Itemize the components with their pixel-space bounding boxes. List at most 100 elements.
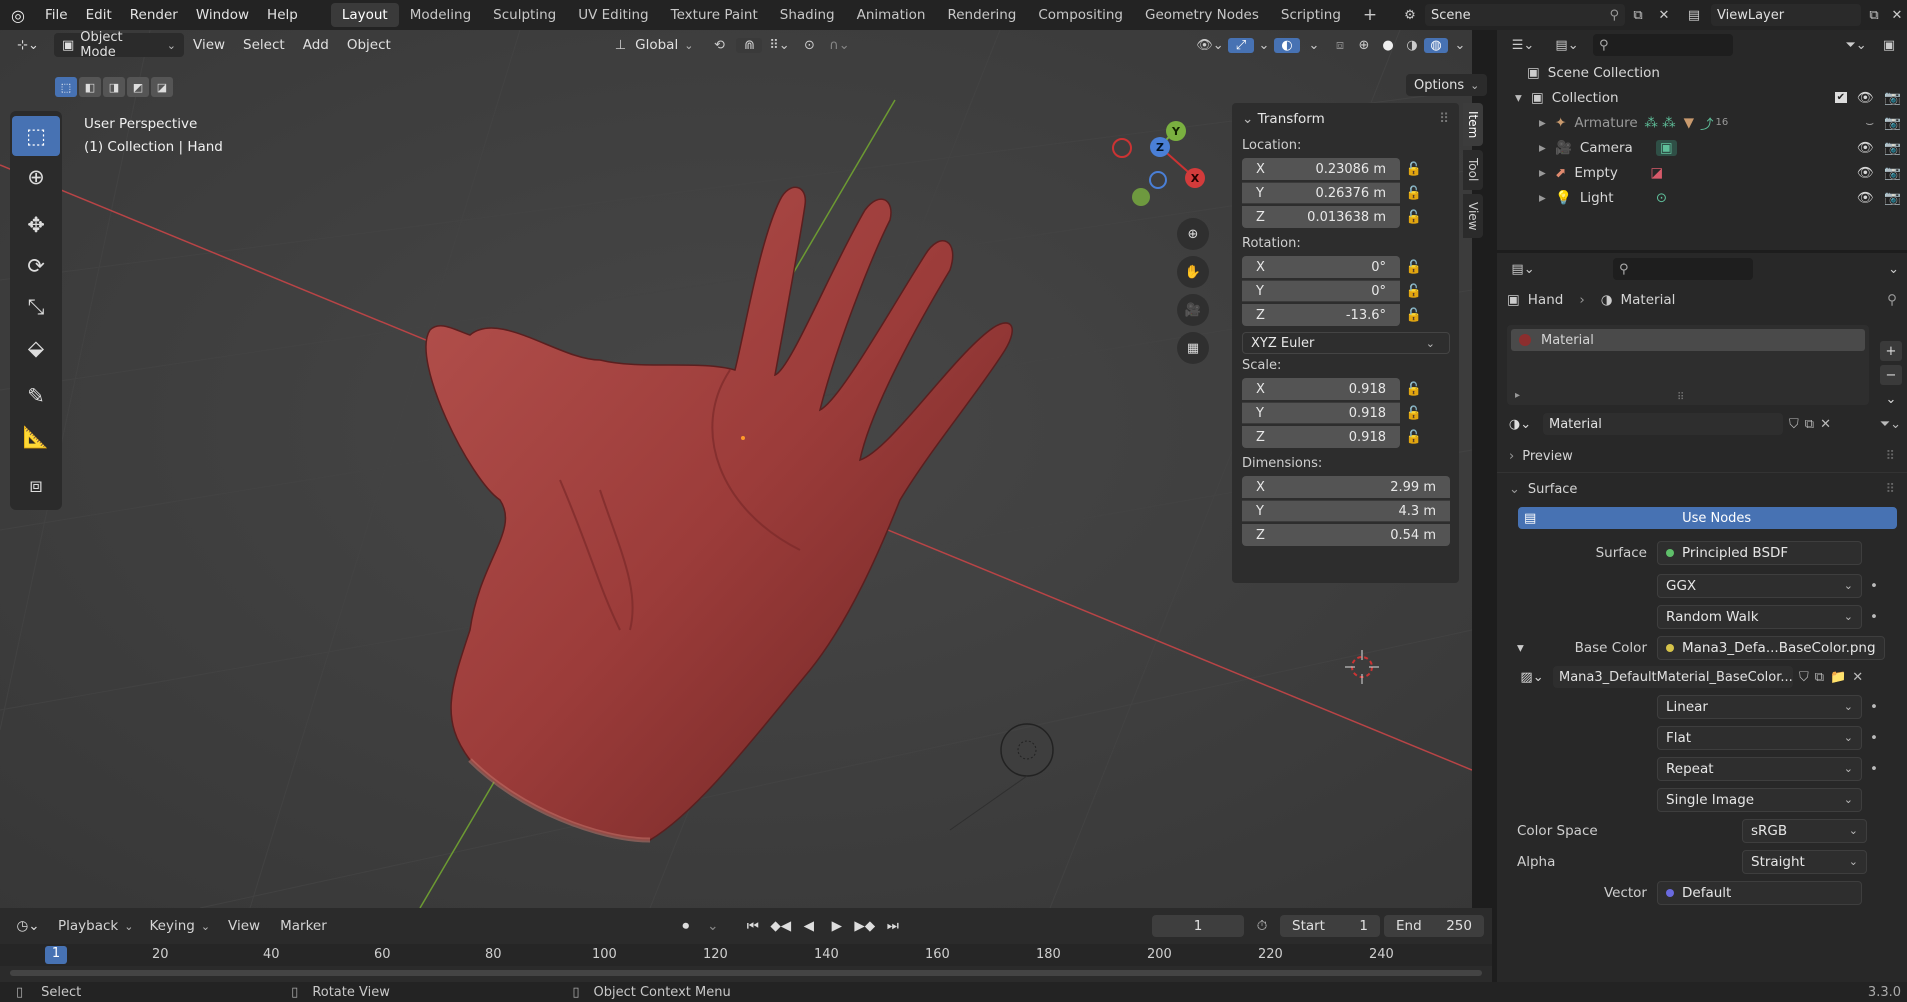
scene-selector[interactable]: Scene ⚲	[1425, 4, 1625, 26]
tab-tool[interactable]: Tool	[1463, 150, 1483, 190]
unlink-image-icon[interactable]: ✕	[1852, 670, 1863, 685]
remove-slot-icon[interactable]: −	[1880, 365, 1902, 385]
play-reverse-icon[interactable]: ◀	[797, 918, 821, 934]
image-browse-icon[interactable]: ▨⌄	[1517, 670, 1547, 685]
interpolation-dropdown[interactable]: Linear	[1657, 694, 1862, 719]
keyframe-dot-icon[interactable]: •	[1870, 578, 1878, 594]
projection-dropdown[interactable]: Flat	[1657, 725, 1862, 750]
drag-handle-icon[interactable]: ⠿	[1439, 111, 1449, 127]
select-intersect-icon[interactable]: ◪	[151, 77, 173, 97]
surface-shader-selector[interactable]: Principled BSDF	[1657, 540, 1862, 565]
rotate-tool-icon[interactable]: ⟳	[12, 246, 60, 286]
next-keyframe-icon[interactable]: ▶◆	[853, 918, 877, 934]
duplicate-image-icon[interactable]: ⧉	[1815, 670, 1824, 685]
subsurface-method-dropdown[interactable]: Random Walk	[1657, 604, 1862, 629]
location-x-field[interactable]: X 0.23086 m	[1242, 158, 1400, 180]
scale-y-field[interactable]: Y 0.918	[1242, 402, 1400, 424]
breadcrumb-material[interactable]: Material	[1621, 292, 1676, 308]
material-preview-icon[interactable]: ◑	[1400, 38, 1424, 53]
outliner-scene-collection[interactable]: ▣ Scene Collection	[1497, 60, 1907, 85]
transform-header[interactable]: ⌄ Transform ⠿	[1232, 103, 1459, 135]
select-invert-icon[interactable]: ◩	[127, 77, 149, 97]
outliner-search-input[interactable]: ⚲	[1593, 34, 1733, 56]
material-name-field[interactable]: Material	[1543, 413, 1783, 435]
timeline-editor-icon[interactable]: ◷⌄	[8, 918, 48, 934]
add-cube-tool-icon[interactable]: ⧈	[12, 465, 60, 505]
snap-icon[interactable]: ⋒	[736, 37, 763, 53]
preview-section-header[interactable]: › Preview ⠿	[1497, 441, 1907, 473]
pivot-point-icon[interactable]: ⟲	[702, 38, 736, 53]
add-workspace-button[interactable]: +	[1352, 1, 1388, 29]
tab-view[interactable]: View	[1463, 193, 1483, 239]
scale-z-field[interactable]: Z 0.918	[1242, 426, 1400, 448]
new-collection-icon[interactable]: ▣	[1879, 38, 1899, 53]
dimensions-z-field[interactable]: Z 0.54 m	[1242, 524, 1450, 546]
options-dropdown[interactable]: Options	[1406, 74, 1488, 96]
tab-animation[interactable]: Animation	[846, 3, 937, 27]
dimensions-y-field[interactable]: Y 4.3 m	[1242, 500, 1450, 522]
menu-playback[interactable]: Playback	[52, 918, 139, 934]
slot-menu-icon[interactable]: ⌄	[1880, 389, 1902, 409]
new-scene-icon[interactable]: ⧉	[1625, 8, 1651, 23]
expand-arrow-icon[interactable]: ▸	[1539, 115, 1555, 131]
keyframe-dot-icon[interactable]: •	[1870, 609, 1878, 625]
record-icon[interactable]: ⏺	[673, 918, 699, 934]
visibility-icon[interactable]: 👁⌄	[1192, 38, 1228, 53]
color-space-dropdown[interactable]: sRGB	[1742, 818, 1867, 843]
expand-arrow-icon[interactable]: ▸	[1539, 165, 1555, 181]
camera-view-icon[interactable]: 🎥	[1177, 294, 1209, 326]
frame-ruler[interactable]: 1 20 40 60 80 100 120 140 160 180 200 22…	[0, 944, 1492, 966]
gizmo-toggle-icon[interactable]: ⤢	[1228, 37, 1254, 53]
breadcrumb-object[interactable]: Hand	[1528, 292, 1564, 308]
transform-orientation-dropdown[interactable]: Global	[626, 37, 702, 53]
preview-range-icon[interactable]: ⏱	[1248, 918, 1276, 934]
play-icon[interactable]: ▶	[825, 918, 849, 934]
menu-edit[interactable]: Edit	[77, 7, 121, 23]
add-slot-icon[interactable]: +	[1880, 341, 1902, 361]
tab-layout[interactable]: Layout	[330, 3, 399, 27]
properties-editor-icon[interactable]: ▤⌄	[1505, 262, 1541, 277]
outliner-item-armature[interactable]: ▸ ✦ Armature ⁂ ⁂ ▼ ⤴ 16 ⌣ 📷	[1497, 110, 1907, 135]
select-box-tool-icon[interactable]: ⬚	[12, 116, 60, 156]
dimensions-x-field[interactable]: X 2.99 m	[1242, 476, 1450, 498]
drag-handle-icon[interactable]: ⠿	[1885, 449, 1895, 464]
menu-view[interactable]: View	[184, 37, 234, 53]
timeline-scrollbar[interactable]	[10, 970, 1482, 976]
delete-view-layer-icon[interactable]: ✕	[1887, 8, 1907, 23]
select-subtract-icon[interactable]: ◨	[103, 77, 125, 97]
menu-keying[interactable]: Keying	[143, 918, 216, 934]
ortho-toggle-icon[interactable]: ▦	[1177, 332, 1209, 364]
tab-item[interactable]: Item	[1463, 103, 1483, 147]
rotation-x-field[interactable]: X 0°	[1242, 256, 1400, 278]
lock-icon[interactable]: 🔓	[1400, 260, 1428, 275]
select-extend-icon[interactable]: ◧	[79, 77, 101, 97]
base-color-input[interactable]: Mana3_Defa...BaseColor.png	[1657, 635, 1885, 660]
properties-search-input[interactable]: ⚲	[1613, 258, 1753, 280]
jump-start-icon[interactable]: ⏮	[741, 918, 765, 934]
drag-handle-icon[interactable]: ⠿	[1885, 482, 1895, 497]
lock-icon[interactable]: 🔓	[1400, 430, 1428, 445]
menu-marker[interactable]: Marker	[272, 918, 335, 934]
keyframe-dot-icon[interactable]: •	[1870, 699, 1878, 715]
cursor-tool-icon[interactable]: ⊕	[12, 157, 60, 197]
camera-render-icon[interactable]: 📷	[1884, 190, 1901, 206]
tab-uv-editing[interactable]: UV Editing	[567, 3, 659, 27]
transform-tool-icon[interactable]: ⬙	[12, 328, 60, 368]
snap-target-icon[interactable]: ⠿⌄	[762, 38, 796, 53]
measure-tool-icon[interactable]: 📐	[12, 417, 60, 457]
keyframe-dot-icon[interactable]: •	[1870, 761, 1878, 777]
fake-user-icon[interactable]: ⛉	[1789, 417, 1799, 432]
lock-icon[interactable]: 🔓	[1400, 210, 1428, 225]
view-layer-icon[interactable]: ▤	[1677, 8, 1711, 23]
eye-icon[interactable]: 👁	[1857, 90, 1874, 106]
fake-user-icon[interactable]: ⛉	[1799, 670, 1809, 685]
outliner-item-empty[interactable]: ▸ ⬈ Empty ◪ 👁 📷	[1497, 160, 1907, 185]
image-name-field[interactable]: Mana3_DefaultMaterial_BaseColor...	[1553, 666, 1793, 688]
display-mode-icon[interactable]: ▤⌄	[1549, 38, 1585, 53]
outliner-editor-icon[interactable]: ☰⌄	[1505, 38, 1541, 53]
prev-keyframe-icon[interactable]: ◆◀	[769, 918, 793, 934]
camera-render-icon[interactable]: 📷	[1884, 140, 1901, 156]
camera-render-icon[interactable]: 📷	[1884, 90, 1901, 106]
tab-geometry-nodes[interactable]: Geometry Nodes	[1134, 3, 1270, 27]
pin-icon[interactable]: ⚲	[1609, 8, 1619, 23]
